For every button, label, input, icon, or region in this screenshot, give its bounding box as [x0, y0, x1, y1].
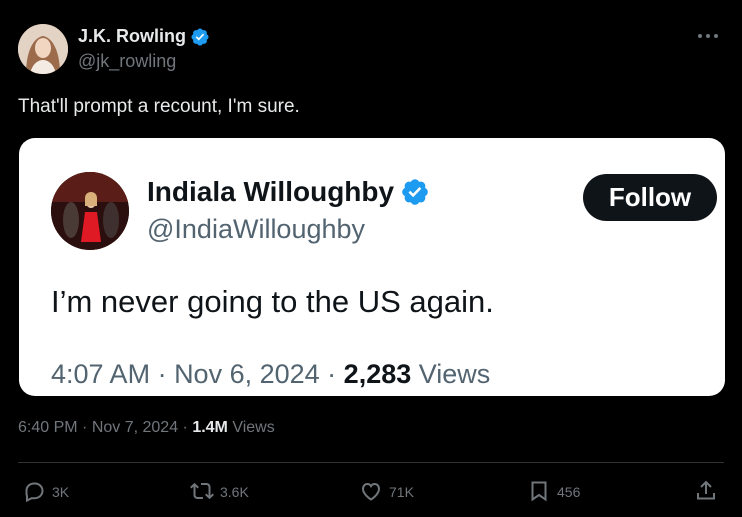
follow-button[interactable]: Follow — [583, 174, 717, 221]
bookmark-count: 456 — [557, 484, 581, 500]
separator: · — [77, 419, 92, 436]
divider — [18, 462, 724, 463]
quoted-author-handle[interactable]: @IndiaWilloughby — [147, 214, 365, 245]
bookmark-button[interactable]: 456 — [527, 476, 580, 508]
tweet-meta: 6:40 PM · Nov 7, 2024 · 1.4M Views — [18, 419, 275, 437]
author-avatar[interactable] — [18, 24, 68, 74]
heart-icon — [359, 479, 383, 506]
quoted-author-name-row[interactable]: Indiala Willoughby — [147, 176, 430, 208]
tweet-time[interactable]: 6:40 PM — [18, 419, 78, 437]
quoted-tweet-text: I’m never going to the US again. — [51, 284, 494, 319]
tweet-views-label[interactable]: Views — [232, 419, 274, 437]
repost-button[interactable]: 3.6K — [190, 476, 249, 508]
separator — [411, 359, 419, 390]
share-button[interactable] — [694, 476, 718, 508]
like-button[interactable]: 71K — [359, 476, 414, 508]
reply-count: 3K — [52, 484, 70, 500]
like-count: 71K — [389, 484, 414, 500]
action-bar: 3K 3.6K 71K 456 — [0, 476, 742, 508]
tweet-page: J.K. Rowling @jk_rowling That'll prompt … — [0, 0, 742, 517]
tweet-views-count[interactable]: 1.4M — [192, 419, 228, 437]
more-icon[interactable] — [694, 28, 722, 44]
quoted-views-label: Views — [418, 359, 491, 389]
author-name[interactable]: J.K. Rowling — [78, 26, 186, 47]
reply-button[interactable]: 3K — [22, 476, 69, 508]
quoted-views-count: 2,283 — [343, 359, 412, 389]
bookmark-icon — [527, 479, 551, 506]
tweet-date[interactable]: Nov 7, 2024 — [92, 419, 178, 437]
author-handle[interactable]: @jk_rowling — [78, 51, 176, 72]
author-name-row[interactable]: J.K. Rowling — [78, 26, 210, 47]
quoted-author-avatar[interactable] — [51, 172, 129, 250]
separator: · — [150, 359, 175, 389]
quoted-tweet-card[interactable]: Indiala Willoughby @IndiaWilloughby Foll… — [19, 138, 725, 396]
separator: · — [319, 359, 344, 389]
separator: · — [178, 419, 193, 436]
reply-icon — [22, 479, 46, 506]
quoted-date[interactable]: Nov 6, 2024 — [174, 359, 320, 390]
quoted-author-name[interactable]: Indiala Willoughby — [147, 176, 394, 208]
tweet-text: That'll prompt a recount, I'm sure. — [18, 96, 300, 117]
share-icon — [694, 479, 718, 506]
verified-badge-icon — [190, 27, 210, 47]
verified-badge-icon — [400, 177, 430, 207]
repost-icon — [190, 479, 214, 506]
quoted-tweet-meta: 4:07 AM · Nov 6, 2024 · 2,283 Views — [51, 359, 490, 390]
quoted-time[interactable]: 4:07 AM — [51, 359, 150, 390]
repost-count: 3.6K — [220, 484, 249, 500]
